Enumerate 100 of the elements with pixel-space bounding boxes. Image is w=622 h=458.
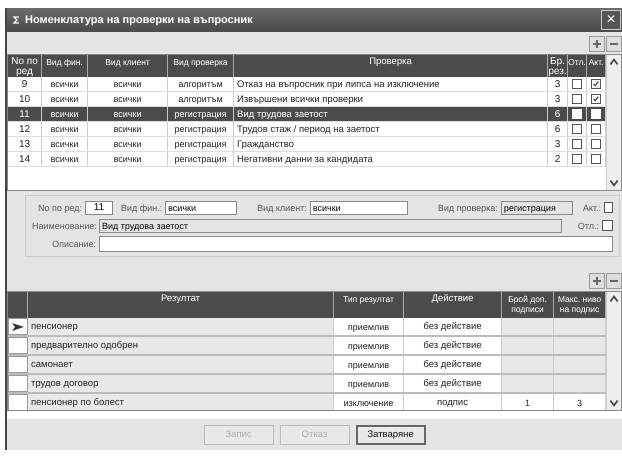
checkbox[interactable] <box>591 124 601 134</box>
table-cell: 1 <box>524 398 530 408</box>
table-cell: регистрация <box>168 152 234 166</box>
app-icon <box>11 15 21 25</box>
checkbox[interactable] <box>572 79 582 89</box>
checkbox[interactable] <box>591 79 601 89</box>
scrollbar[interactable] <box>606 55 621 190</box>
dialog-button[interactable]: Затваряне <box>356 424 426 444</box>
table-cell: подпис <box>404 394 502 410</box>
field-label: Описание: <box>51 239 96 249</box>
plus-icon <box>592 39 602 49</box>
field-label: Вид клиент: <box>257 202 307 212</box>
table-cell: всички <box>88 77 168 91</box>
field-label: Наименование: <box>32 220 96 230</box>
table-row[interactable]: 13 всички всички регистрация Гражданство 3 <box>8 137 606 152</box>
checkbox[interactable] <box>602 220 613 231</box>
table-cell: приемлив <box>334 337 404 354</box>
column-header: Бр. рез. <box>548 55 568 77</box>
table-cell: приемлив <box>334 356 404 373</box>
field-label: Акт.: <box>582 202 601 212</box>
checkbox[interactable] <box>572 154 582 164</box>
table-cell: приемлив <box>334 318 404 335</box>
table-cell: Трудов стаж / период на заетост <box>234 122 548 136</box>
table-cell: всички <box>42 92 88 106</box>
row-indicator[interactable] <box>8 318 28 335</box>
table-cell: регистрация <box>168 107 234 121</box>
column-header: No по ред <box>8 55 42 77</box>
row-pointer-icon <box>11 322 25 332</box>
text-field[interactable]: всички <box>310 200 408 214</box>
table-cell: 3 <box>548 137 568 151</box>
table-cell: 6 <box>548 122 568 136</box>
table-row[interactable]: 9 всички всички алгоритъм Отказ на въпросник при липса на изключение 3 <box>8 77 606 92</box>
column-header: Отл. <box>568 55 587 77</box>
column-header: Действие <box>404 292 502 318</box>
table-cell: 12 <box>8 122 42 136</box>
remove-button[interactable] <box>606 36 622 52</box>
column-header: Тип резултат <box>334 292 404 318</box>
table-cell: всички <box>42 152 88 166</box>
checkbox[interactable] <box>572 124 582 134</box>
table-cell: Негативни данни за кандидата <box>234 152 548 166</box>
text-field[interactable]: регистрация <box>500 200 573 214</box>
window-title: Номенклатура на проверки на въпросник <box>25 14 254 26</box>
plus-icon <box>592 276 602 286</box>
table-cell: Гражданство <box>234 137 548 151</box>
table-cell: 11 <box>8 107 42 121</box>
field-label: Отл.: <box>578 220 599 230</box>
field-label: Вид проверка: <box>438 202 498 212</box>
table-cell: 6 <box>548 107 568 121</box>
table-row[interactable]: трудов договор приемлив без действие <box>8 375 606 394</box>
table-cell: трудов договор <box>28 375 334 392</box>
text-field[interactable]: Вид трудова заетост <box>99 218 562 232</box>
table-cell: пенсионер <box>28 318 334 335</box>
column-header: Проверка <box>234 55 548 77</box>
table-cell: 3 <box>548 77 568 91</box>
checkbox[interactable] <box>591 94 601 104</box>
table-row[interactable]: 14 всички всички регистрация Негативни данни за кандидата 2 <box>8 152 606 167</box>
add-button[interactable] <box>589 36 605 52</box>
table-row[interactable]: пенсионер приемлив без действие <box>8 318 606 337</box>
table-row[interactable]: пенсионер по болест изключение подпис 1 3 <box>8 394 606 410</box>
table-cell: 3 <box>548 92 568 106</box>
table-cell: алгоритъм <box>168 77 234 91</box>
checkbox[interactable] <box>591 154 601 164</box>
table-cell: Вид трудова заетост <box>234 107 548 121</box>
table-cell: регистрация <box>168 122 234 136</box>
table-cell: всички <box>42 122 88 136</box>
table-cell: предварително одобрен <box>28 337 334 354</box>
column-header: Вид клиент <box>88 55 168 77</box>
table-row[interactable]: 12 всички всички регистрация Трудов стаж / период на заетост 6 <box>8 122 606 137</box>
close-button[interactable]: × <box>601 10 621 30</box>
table-cell: 13 <box>8 137 42 151</box>
table-cell: 14 <box>8 152 42 166</box>
checkbox[interactable] <box>604 202 613 213</box>
table-row[interactable]: предварително одобрен приемлив без действие <box>8 337 606 356</box>
add-button[interactable] <box>589 273 605 289</box>
table-cell: приемлив <box>334 375 404 392</box>
field-label: Вид фин.: <box>120 202 162 212</box>
checkbox[interactable] <box>572 94 582 104</box>
table-cell: всички <box>88 92 168 106</box>
table-cell: Отказ на въпросник при липса на изключение <box>234 77 548 91</box>
table-cell: всички <box>88 152 168 166</box>
table-cell: 9 <box>8 77 42 91</box>
table-cell: 10 <box>8 92 42 106</box>
table-cell: самонает <box>28 356 334 373</box>
table-cell: всички <box>88 122 168 136</box>
table-cell: пенсионер по болест <box>28 394 334 410</box>
field-label: No по ред: <box>36 202 82 212</box>
text-field[interactable] <box>99 236 613 252</box>
remove-button[interactable] <box>606 273 622 289</box>
table-row[interactable]: самонает приемлив без действие <box>8 356 606 375</box>
checkbox[interactable] <box>591 139 601 149</box>
text-field[interactable]: всички <box>165 200 238 214</box>
number-field[interactable]: 11 <box>84 200 113 214</box>
table-cell: регистрация <box>168 137 234 151</box>
table-cell: всички <box>42 107 88 121</box>
table-cell: алгоритъм <box>168 92 234 106</box>
scrollbar[interactable] <box>606 292 621 410</box>
checkbox[interactable] <box>572 139 582 149</box>
table-cell: 3 <box>576 398 582 408</box>
table-cell: всички <box>42 77 88 91</box>
table-cell: всички <box>42 137 88 151</box>
